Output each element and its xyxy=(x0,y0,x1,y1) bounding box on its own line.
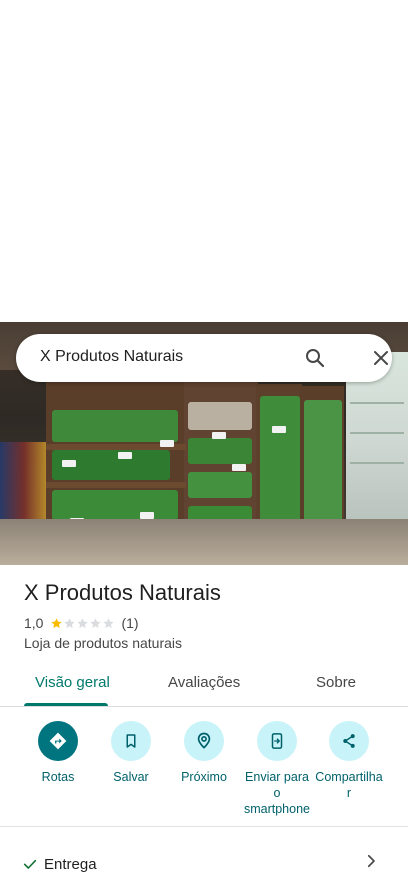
photo-product xyxy=(188,438,252,464)
photo-price-tag xyxy=(232,464,246,471)
nearby-icon xyxy=(184,721,224,761)
photo-price-tag xyxy=(62,460,76,467)
nearby-label: Próximo xyxy=(181,770,227,784)
directions-icon xyxy=(38,721,78,761)
place-title: X Produtos Naturais xyxy=(24,580,221,605)
photo-fridge-shelf xyxy=(350,432,404,434)
chevron-right-icon[interactable] xyxy=(362,852,380,870)
photo-fridge-shelf xyxy=(350,402,404,404)
star-filled-icon xyxy=(51,617,63,628)
photo-product xyxy=(52,410,178,442)
rating-stars xyxy=(50,617,115,630)
review-count: (1) xyxy=(121,615,139,631)
place-category: Loja de produtos naturais xyxy=(24,635,182,651)
photo-price-tag xyxy=(212,432,226,439)
rating-value: 1,0 xyxy=(24,615,44,631)
nearby-button[interactable]: Próximo xyxy=(167,721,241,785)
tab-about[interactable]: Sobre xyxy=(316,674,356,691)
star-empty-icon xyxy=(103,617,115,628)
rating-row[interactable]: 1,0 (1) xyxy=(24,614,139,632)
photo-price-tag xyxy=(140,512,154,519)
photo-price-tag xyxy=(272,426,286,433)
send-to-phone-button[interactable]: Enviar para o smartphone xyxy=(240,721,314,817)
star-empty-icon xyxy=(90,617,102,628)
share-label-line: r xyxy=(346,786,352,800)
send-to-phone-label-line: smartphone xyxy=(243,802,310,816)
tab-overview[interactable]: Visão geral xyxy=(35,674,110,691)
save-label: Salvar xyxy=(113,770,149,784)
photo-fridge-shelf xyxy=(350,462,404,464)
share-button[interactable]: Compartilha r xyxy=(312,721,386,801)
send-to-phone-icon xyxy=(257,721,297,761)
photo-price-tag xyxy=(160,440,174,447)
section-divider xyxy=(0,826,408,827)
check-icon xyxy=(23,859,37,869)
directions-label: Rotas xyxy=(41,770,75,784)
search-query[interactable]: X Produtos Naturais xyxy=(40,348,183,366)
share-icon xyxy=(329,721,369,761)
tab-bar: Visão geral Avaliações Sobre xyxy=(0,662,408,707)
photo-floor xyxy=(0,519,408,565)
photo-shelf-board xyxy=(46,482,186,488)
close-icon[interactable] xyxy=(369,346,393,370)
map-area xyxy=(0,0,408,322)
tab-active-indicator xyxy=(24,703,108,706)
send-to-phone-label-line: o xyxy=(273,786,281,800)
photo-product xyxy=(188,402,252,430)
star-empty-icon xyxy=(64,617,76,628)
share-label: Compartilha r xyxy=(312,769,386,801)
search-icon[interactable] xyxy=(303,346,327,370)
delivery-label: Entrega xyxy=(44,856,97,873)
share-label-line: Compartilha xyxy=(315,770,383,784)
photo-price-tag xyxy=(118,452,132,459)
search-bar[interactable]: X Produtos Naturais xyxy=(16,334,392,382)
tab-reviews[interactable]: Avaliações xyxy=(168,674,240,691)
save-button[interactable]: Salvar xyxy=(94,721,168,785)
send-to-phone-label: Enviar para o smartphone xyxy=(240,769,314,817)
photo-product xyxy=(188,472,252,498)
bookmark-icon xyxy=(111,721,151,761)
send-to-phone-label-line: Enviar para xyxy=(245,770,309,784)
directions-button[interactable]: Rotas xyxy=(21,721,95,785)
star-empty-icon xyxy=(77,617,89,628)
photo-left-rack xyxy=(0,442,48,522)
photo-product xyxy=(52,490,178,520)
delivery-row[interactable]: Entrega xyxy=(0,846,408,884)
